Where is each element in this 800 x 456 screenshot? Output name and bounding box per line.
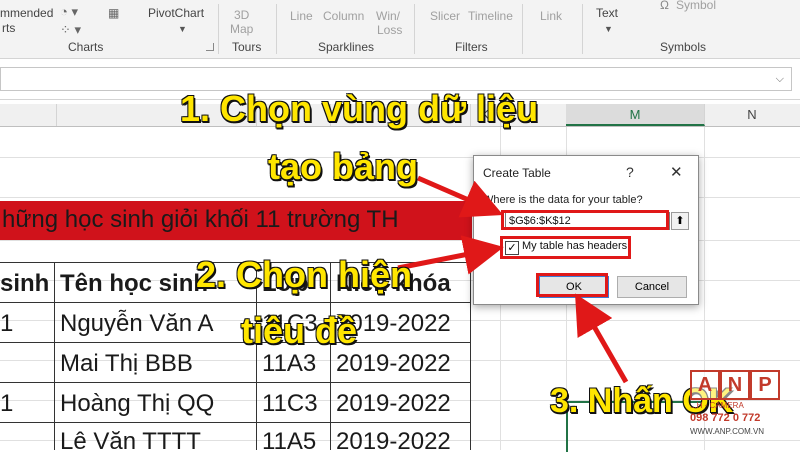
annotation-step1-line2: tạo bảng — [268, 146, 418, 187]
watermark-letter: P — [750, 370, 780, 400]
anp-watermark: A N P ...H - CAMERA 098 772 0 772 WWW.AN… — [690, 370, 800, 450]
watermark-site: WWW.ANP.COM.VN — [690, 427, 765, 436]
arrow-icon — [575, 293, 629, 384]
arrow-icon — [417, 175, 504, 218]
watermark-tagline: ...H - CAMERA — [690, 401, 744, 410]
watermark-letter: A — [690, 370, 720, 400]
annotation-step2: 2. Chọn hiện — [196, 254, 412, 295]
watermark-letter: N — [720, 370, 750, 400]
watermark-phone: 098 772 0 772 — [690, 412, 761, 424]
annotation-step2-line2: tiêu đề — [241, 310, 358, 351]
arrow-icon — [397, 235, 504, 275]
annotation-step1: 1. Chọn vùng dữ liệu — [180, 88, 539, 129]
